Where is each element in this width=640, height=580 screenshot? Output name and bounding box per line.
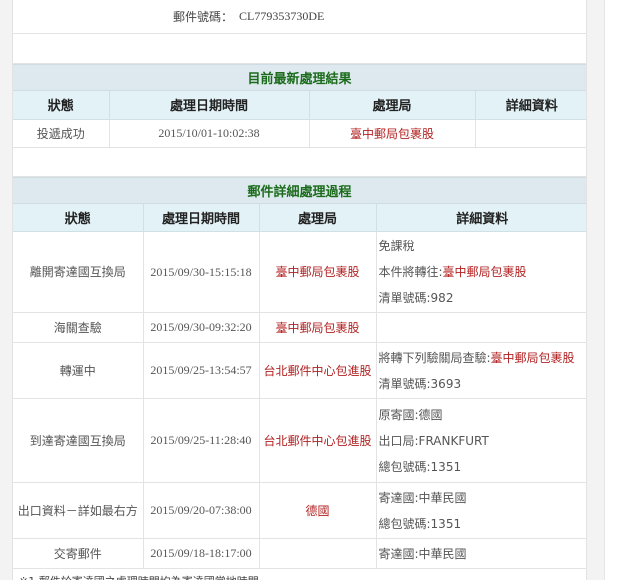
detail-text: 總包號碼:1351 bbox=[378, 459, 462, 474]
detail-cell: 原寄國:德國出口局:FRANKFURT 總包號碼:1351 bbox=[376, 398, 587, 483]
spacer bbox=[13, 34, 586, 64]
column-header-status: 狀態 bbox=[13, 91, 110, 120]
detail-text: 原寄國:德國 bbox=[378, 407, 443, 422]
detail-office-link[interactable]: 臺中郵局包裹股 bbox=[491, 351, 575, 365]
table-row: 海關查驗 2015/09/30-09:32:20 臺中郵局包裹股 bbox=[13, 312, 586, 343]
detail-cell: 免課稅本件將轉往:臺中郵局包裹股清單號碼:982 bbox=[376, 231, 587, 313]
status-cell: 離開寄達國互換局 bbox=[13, 231, 144, 313]
detail-cell: 寄達國:中華民國 總包號碼:1351 bbox=[376, 482, 587, 539]
detail-text: 清單號碼:982 bbox=[378, 291, 454, 305]
detail-line: 將轉下列驗關局查驗:臺中郵局包裹股 bbox=[378, 345, 587, 371]
page-scroll-area[interactable] bbox=[604, 0, 640, 580]
column-header-detail: 詳細資料 bbox=[376, 203, 586, 232]
column-header-datetime: 處理日期時間 bbox=[109, 91, 310, 120]
latest-section-title: 目前最新處理結果 bbox=[13, 64, 586, 91]
detail-text: 免課稅 bbox=[378, 239, 415, 253]
latest-header-row: 狀態 處理日期時間 處理局 詳細資料 bbox=[13, 91, 586, 120]
detail-text: 寄達國:中華民國 bbox=[378, 546, 467, 561]
status-cell: 到達寄達國互換局 bbox=[13, 398, 144, 483]
detail-text: 清單號碼:3693 bbox=[378, 376, 462, 391]
datetime-cell: 2015/09/30-15:15:18 bbox=[143, 231, 260, 313]
datetime-cell: 2015/09/25-13:54:57 bbox=[143, 342, 260, 399]
detail-text: 出口局:FRANKFURT bbox=[378, 433, 489, 448]
detail-cell: 寄達國:中華民國 bbox=[376, 538, 587, 569]
table-row: 出口資料－詳如最右方 2015/09/20-07:38:00 德國 寄達國:中華民國總… bbox=[13, 482, 587, 539]
office-link[interactable]: 台北郵件中心包進股 bbox=[259, 342, 377, 399]
history-section-title: 郵件詳細處理過程 bbox=[13, 176, 586, 204]
table-row: 交寄郵件 2015/09/18-18:17:00 寄達國:中華民國 bbox=[13, 538, 587, 569]
tracking-number-value: CL779353730DE bbox=[239, 9, 325, 23]
detail-cell bbox=[475, 119, 586, 148]
status-cell: 轉運中 bbox=[13, 342, 144, 399]
detail-text: 本件將轉往: bbox=[378, 265, 443, 279]
datetime-cell: 2015/09/25-11:28:40 bbox=[143, 398, 260, 483]
office-link[interactable]: 臺中郵局包裹股 bbox=[259, 231, 377, 313]
office-link[interactable] bbox=[259, 538, 377, 569]
detail-line: 免課稅 bbox=[378, 233, 587, 259]
status-cell: 海關查驗 bbox=[13, 312, 144, 343]
table-row: 投遞成功 2015/10/01-10:02:38 臺中郵局包裹股 bbox=[13, 119, 586, 148]
detail-text: 寄達國:中華民國 bbox=[378, 490, 467, 505]
detail-line: 本件將轉往:臺中郵局包裹股 bbox=[378, 259, 587, 285]
tracking-number-label: 郵件號碼： bbox=[172, 10, 233, 24]
detail-line: 出口局:FRANKFURT bbox=[378, 428, 587, 454]
datetime-cell: 2015/10/01-10:02:38 bbox=[109, 119, 310, 148]
datetime-cell: 2015/09/18-18:17:00 bbox=[143, 538, 260, 569]
detail-line: 寄達國:中華民國 bbox=[378, 485, 587, 511]
detail-text: 總包號碼:1351 bbox=[378, 516, 462, 531]
detail-line: 清單號碼:3693 bbox=[378, 371, 587, 397]
status-cell: 交寄郵件 bbox=[13, 538, 144, 569]
detail-line: 原寄國:德國 bbox=[378, 402, 587, 428]
detail-line: 清單號碼:982 bbox=[378, 285, 587, 311]
office-link[interactable]: 臺中郵局包裹股 bbox=[309, 119, 476, 148]
table-row: 轉運中 2015/09/25-13:54:57 台北郵件中心包進股 將轉下列驗關局查驗… bbox=[13, 342, 587, 399]
tracking-number-row: 郵件號碼： CL779353730DE bbox=[13, 0, 586, 34]
office-link[interactable]: 臺中郵局包裹股 bbox=[259, 312, 377, 343]
spacer bbox=[13, 148, 586, 177]
status-cell: 出口資料－詳如最右方 bbox=[13, 482, 144, 539]
history-body: 離開寄達國互換局 2015/09/30-15:15:18 臺中郵局包裹股 免課稅 本件將… bbox=[13, 231, 587, 569]
table-row: 到達寄達國互換局 2015/09/25-11:28:40 台北郵件中心包進股 原寄國:… bbox=[13, 398, 587, 483]
datetime-cell: 2015/09/20-07:38:00 bbox=[143, 482, 260, 539]
detail-cell bbox=[376, 312, 586, 343]
column-header-datetime: 處理日期時間 bbox=[143, 203, 260, 232]
detail-line: 總包號碼:1351 bbox=[378, 511, 587, 537]
table-row: 離開寄達國互換局 2015/09/30-15:15:18 臺中郵局包裹股 免課稅 本件將… bbox=[13, 231, 587, 313]
column-header-office: 處理局 bbox=[309, 91, 476, 120]
column-header-detail: 詳細資料 bbox=[475, 91, 586, 120]
detail-text: 將轉下列驗關局查驗: bbox=[378, 350, 491, 365]
office-link[interactable]: 德國 bbox=[259, 482, 377, 539]
datetime-cell: 2015/09/30-09:32:20 bbox=[143, 312, 260, 343]
office-link[interactable]: 台北郵件中心包進股 bbox=[259, 398, 377, 483]
footnote: ※1.郵件於寄達國之處理時間均為寄達國當地時間。 bbox=[13, 569, 586, 580]
detail-cell: 將轉下列驗關局查驗:臺中郵局包裹股清單號碼:3693 bbox=[376, 342, 587, 399]
detail-office-link[interactable]: 臺中郵局包裹股 bbox=[443, 265, 527, 279]
detail-line: 寄達國:中華民國 bbox=[378, 541, 587, 567]
latest-table: 狀態 處理日期時間 處理局 詳細資料 投遞成功 2015/10/01-10:02… bbox=[13, 91, 586, 148]
column-header-office: 處理局 bbox=[259, 203, 377, 232]
history-header-row: 狀態 處理日期時間 處理局 詳細資料 bbox=[13, 203, 586, 232]
detail-line: 總包號碼:1351 bbox=[378, 454, 587, 480]
history-table: 狀態 處理日期時間 處理局 詳細資料 離開寄達國互換局 2015/09/30-15… bbox=[13, 203, 587, 569]
tracking-panel: 郵件號碼： CL779353730DE 目前最新處理結果 狀態 處理日期時間 處… bbox=[12, 0, 587, 580]
status-cell: 投遞成功 bbox=[13, 119, 110, 148]
column-header-status: 狀態 bbox=[13, 203, 144, 232]
